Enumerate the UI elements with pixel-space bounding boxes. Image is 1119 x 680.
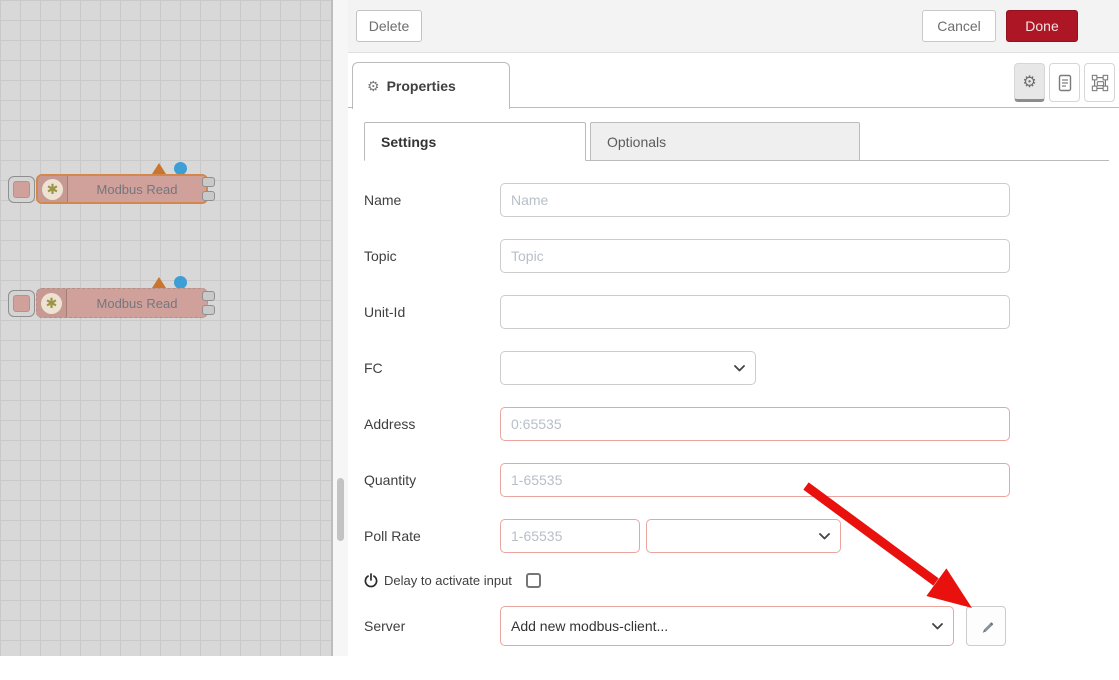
done-button[interactable]: Done (1006, 10, 1078, 42)
node-input-button[interactable] (8, 290, 35, 317)
chevron-down-icon (734, 365, 745, 372)
unit-id-row: Unit-Id (356, 295, 1111, 329)
power-icon (364, 573, 378, 588)
node-icon-area: ✱ (37, 289, 67, 317)
node-warning-icon (152, 163, 166, 174)
poll-rate-row: Poll Rate (356, 519, 1111, 553)
node-icon-area: ✱ (38, 176, 68, 202)
output-port-2[interactable] (202, 191, 215, 201)
flow-canvas[interactable]: ✱ Modbus Read ✱ Modbus Read (0, 0, 333, 656)
topic-label: Topic (356, 248, 500, 264)
topic-input[interactable] (500, 239, 1010, 273)
canvas-vertical-scrollbar[interactable] (333, 0, 348, 656)
description-button[interactable] (1049, 63, 1080, 102)
delay-checkbox[interactable] (526, 573, 541, 588)
node-warning-icon (152, 277, 166, 288)
document-icon (1057, 74, 1073, 92)
unit-id-label: Unit-Id (356, 304, 500, 320)
node-modbus-read-1[interactable]: ✱ Modbus Read (6, 162, 224, 208)
properties-form: Settings Optionals Name Topic Unit-Id FC (348, 108, 1119, 680)
pencil-icon (978, 618, 995, 635)
server-select-value: Add new modbus-client... (511, 618, 668, 634)
node-input-button[interactable] (8, 176, 35, 203)
modbus-asterisk-icon: ✱ (41, 293, 62, 314)
node-input-button-fill (13, 181, 30, 198)
fc-row: FC (356, 351, 1111, 385)
server-select[interactable]: Add new modbus-client... (500, 606, 954, 646)
delete-button[interactable]: Delete (356, 10, 422, 42)
address-row: Address (356, 407, 1111, 441)
fc-label: FC (356, 360, 500, 376)
address-label: Address (356, 416, 500, 432)
node-label: Modbus Read (67, 296, 207, 311)
node-appearance-icon (1091, 74, 1109, 92)
properties-tab-label: Properties (387, 78, 456, 94)
delay-label: Delay to activate input (384, 573, 512, 588)
edit-tray: Delete Cancel Done ⚙ Properties ⚙ (348, 0, 1119, 680)
server-row: Server Add new modbus-client... (356, 606, 1111, 646)
server-edit-button[interactable] (966, 606, 1006, 646)
settings-optionals-tabs: Settings Optionals (364, 122, 1109, 161)
tab-properties[interactable]: ⚙ Properties (352, 62, 510, 109)
gear-icon: ⚙ (1022, 72, 1036, 92)
properties-tab-bar: ⚙ Properties ⚙ (348, 53, 1119, 108)
name-row: Name (356, 183, 1111, 217)
topic-row: Topic (356, 239, 1111, 273)
quantity-label: Quantity (356, 472, 500, 488)
poll-rate-input[interactable] (500, 519, 640, 553)
name-input[interactable] (500, 183, 1010, 217)
tray-toolbar: ⚙ (1014, 63, 1115, 102)
quantity-input[interactable] (500, 463, 1010, 497)
gear-icon: ⚙ (367, 78, 380, 95)
output-port-2[interactable] (202, 305, 215, 315)
chevron-down-icon (932, 623, 943, 630)
fc-select[interactable] (500, 351, 756, 385)
chevron-down-icon (819, 533, 830, 540)
node-label: Modbus Read (68, 182, 206, 197)
appearance-button[interactable] (1084, 63, 1115, 102)
output-port-1[interactable] (202, 177, 215, 187)
node-modbus-read-2[interactable]: ✱ Modbus Read (6, 276, 224, 322)
tray-header: Delete Cancel Done (348, 0, 1119, 53)
scrollbar-thumb[interactable] (337, 478, 344, 541)
quantity-row: Quantity (356, 463, 1111, 497)
tab-settings[interactable]: Settings (364, 122, 586, 161)
unit-id-input[interactable] (500, 295, 1010, 329)
name-label: Name (356, 192, 500, 208)
node-body[interactable]: ✱ Modbus Read (36, 288, 208, 318)
node-body[interactable]: ✱ Modbus Read (36, 174, 208, 204)
address-input[interactable] (500, 407, 1010, 441)
delay-row: Delay to activate input (356, 573, 1111, 588)
properties-gear-button[interactable]: ⚙ (1014, 63, 1045, 102)
poll-rate-label: Poll Rate (356, 528, 500, 544)
tab-optionals[interactable]: Optionals (590, 122, 860, 161)
server-label: Server (356, 618, 500, 634)
output-port-1[interactable] (202, 291, 215, 301)
node-input-button-fill (13, 295, 30, 312)
cancel-button[interactable]: Cancel (922, 10, 996, 42)
modbus-asterisk-icon: ✱ (42, 179, 63, 200)
poll-rate-unit-select[interactable] (646, 519, 841, 553)
